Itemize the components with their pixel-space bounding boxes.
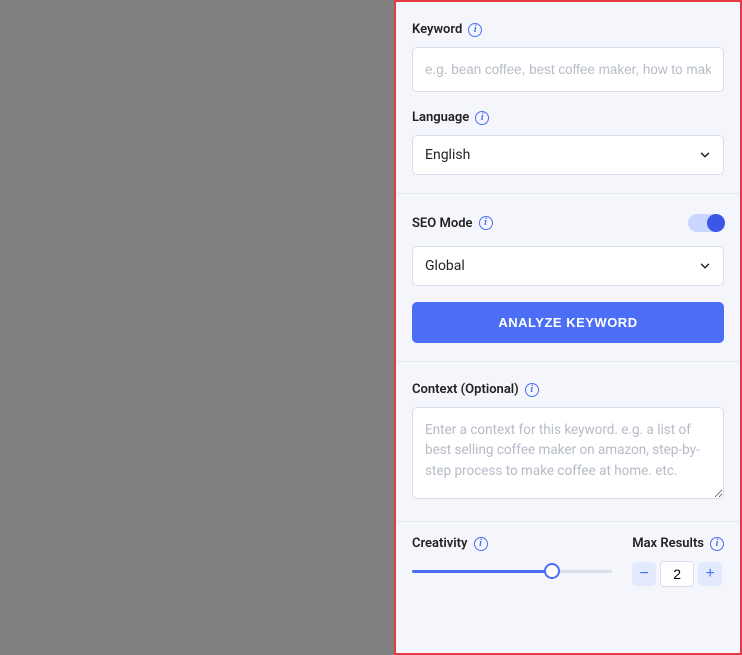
seo-scope-select[interactable]: Global: [412, 246, 724, 286]
slider-fill: [412, 570, 552, 573]
max-results-label: Max Results: [632, 536, 704, 551]
increment-button[interactable]: +: [698, 562, 722, 586]
info-icon[interactable]: i: [468, 23, 482, 37]
creativity-col: Creativity i: [412, 536, 612, 587]
seo-label: SEO Mode: [412, 216, 473, 231]
keyword-section: Keyword i Language i English: [396, 2, 740, 194]
info-icon[interactable]: i: [479, 216, 493, 230]
max-results-stepper: − +: [632, 561, 724, 587]
language-select-wrap: English: [412, 135, 724, 175]
context-textarea[interactable]: [412, 407, 724, 499]
max-results-label-row: Max Results i: [632, 536, 724, 551]
language-select[interactable]: English: [412, 135, 724, 175]
decrement-button[interactable]: −: [632, 562, 656, 586]
keyword-input[interactable]: [412, 47, 724, 92]
seo-scope-select-wrap: Global: [412, 246, 724, 286]
info-icon[interactable]: i: [474, 537, 488, 551]
creativity-label-row: Creativity i: [412, 536, 612, 551]
seo-toggle[interactable]: [688, 214, 724, 232]
creativity-slider[interactable]: [412, 561, 612, 581]
max-results-input[interactable]: [660, 561, 694, 587]
seo-label-group: SEO Mode i: [412, 216, 493, 231]
context-label-row: Context (Optional) i: [412, 382, 724, 397]
creativity-label: Creativity: [412, 536, 468, 551]
context-section: Context (Optional) i: [396, 362, 740, 522]
language-label: Language: [412, 110, 469, 125]
seo-header-row: SEO Mode i: [412, 214, 724, 232]
analyze-keyword-button[interactable]: ANALYZE KEYWORD: [412, 302, 724, 343]
info-icon[interactable]: i: [710, 537, 724, 551]
keyword-label: Keyword: [412, 22, 462, 37]
bottom-controls: Creativity i Max Results i − +: [396, 522, 740, 587]
info-icon[interactable]: i: [475, 111, 489, 125]
slider-thumb[interactable]: [544, 563, 560, 579]
seo-section: SEO Mode i Global ANALYZE KEYWORD: [396, 194, 740, 362]
settings-panel: Keyword i Language i English SEO Mode i: [394, 0, 742, 655]
keyword-label-row: Keyword i: [412, 22, 724, 37]
context-label: Context (Optional): [412, 382, 519, 397]
slider-track: [412, 570, 612, 573]
language-label-row: Language i: [412, 110, 724, 125]
toggle-knob: [707, 214, 725, 232]
info-icon[interactable]: i: [525, 383, 539, 397]
max-results-col: Max Results i − +: [632, 536, 724, 587]
